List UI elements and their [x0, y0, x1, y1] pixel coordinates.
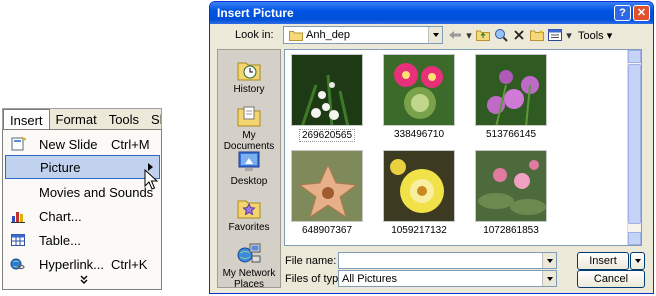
look-in-dropdown-arrow[interactable] [428, 27, 442, 43]
place-desktop[interactable]: Desktop [218, 150, 280, 187]
place-label: Favorites [228, 222, 270, 233]
chart-icon [8, 207, 28, 225]
file-name: 1072861853 [483, 225, 539, 236]
file-name-dropdown-arrow[interactable] [542, 253, 556, 268]
flower-photo-thumbnail [475, 54, 547, 126]
menu-item-shortcut: Ctrl+M [111, 136, 150, 152]
place-my-documents[interactable]: My Documents [218, 104, 280, 152]
place-favorites[interactable]: Favorites [218, 196, 280, 233]
menu-item-label: Chart... [39, 208, 82, 224]
menu-tools[interactable]: Tools [103, 109, 145, 130]
history-icon [236, 58, 262, 82]
hyperlink-icon [8, 255, 28, 273]
back-icon[interactable] [448, 28, 462, 42]
menu-slide-show[interactable]: Sli [145, 109, 161, 130]
insert-button[interactable]: Insert [577, 252, 629, 270]
menu-item-shortcut: Ctrl+K [111, 256, 148, 272]
expand-menu-chevron-icon[interactable] [79, 275, 89, 288]
tools-label: Tools [578, 29, 604, 42]
insert-picture-dialog: Insert Picture ? ✕ Look in: Anh_dep ▾ ▾ [209, 1, 654, 294]
file-type-dropdown-arrow[interactable] [542, 271, 556, 286]
table-icon [8, 231, 28, 249]
place-label: Desktop [230, 176, 268, 187]
place-label: History [233, 84, 265, 95]
delete-icon[interactable] [512, 28, 526, 42]
close-button[interactable]: ✕ [633, 5, 650, 21]
flower-photo-thumbnail [383, 54, 455, 126]
place-label: My Network Places [222, 268, 276, 290]
insert-menu-dropdown: New Slide Ctrl+M Picture Movies and Soun… [2, 129, 162, 290]
favorites-icon [236, 196, 262, 220]
scroll-thumb[interactable] [628, 64, 641, 224]
look-in-value: Anh_dep [306, 29, 351, 41]
new-folder-icon[interactable] [530, 28, 544, 42]
file-type-value: All Pictures [342, 273, 398, 285]
place-label: My Documents [223, 130, 275, 152]
file-name: 648907367 [301, 225, 353, 236]
scroll-down-button[interactable] [628, 232, 641, 245]
menu-item-table[interactable]: Table... [5, 228, 160, 252]
file-name: 269620565 [298, 129, 356, 142]
views-icon[interactable] [548, 28, 562, 42]
menu-item-chart[interactable]: Chart... [5, 204, 160, 228]
file-name: 513766145 [485, 129, 537, 140]
new-slide-icon [8, 135, 28, 153]
file-thumbnail[interactable]: 1059217132 [380, 150, 458, 236]
menu-item-label: New Slide [39, 136, 98, 152]
dialog-title: Insert Picture [217, 6, 294, 20]
menu-item-label: Picture [40, 159, 81, 175]
flower-photo-thumbnail [291, 54, 363, 126]
menu-insert[interactable]: Insert [3, 109, 50, 130]
cancel-button[interactable]: Cancel [577, 270, 645, 288]
folder-icon [289, 30, 303, 44]
help-button[interactable]: ? [614, 5, 631, 21]
my-documents-icon [236, 104, 262, 128]
flower-photo-thumbnail [383, 150, 455, 222]
network-places-icon [236, 242, 262, 266]
look-in-dropdown[interactable]: Anh_dep [283, 26, 443, 44]
menu-item-label: Hyperlink... [39, 256, 105, 272]
up-one-level-icon[interactable] [476, 28, 490, 42]
mouse-cursor-icon [144, 168, 160, 194]
menu-item-picture[interactable]: Picture [5, 155, 160, 179]
look-in-label: Look in: [235, 29, 274, 41]
search-web-icon[interactable] [494, 28, 508, 42]
file-thumbnail[interactable]: 513766145 [472, 54, 550, 140]
file-type-select[interactable]: All Pictures [338, 270, 557, 287]
place-history[interactable]: History [218, 58, 280, 95]
menu-item-label: Table... [39, 232, 81, 248]
insert-options-dropdown[interactable] [630, 252, 645, 270]
file-list-scrollbar[interactable] [627, 50, 641, 245]
file-name: 1059217132 [391, 225, 447, 236]
dialog-toolbar: ▾ ▾ Tools ▾ [448, 26, 612, 44]
places-bar: History My Documents Desktop Favorites M… [217, 49, 281, 290]
flower-photo-thumbnail [475, 150, 547, 222]
scroll-up-button[interactable] [628, 50, 641, 63]
menu-item-new-slide[interactable]: New Slide Ctrl+M [5, 132, 160, 156]
file-thumbnail[interactable]: 338496710 [380, 54, 458, 140]
dialog-title-bar: Insert Picture ? ✕ [210, 2, 653, 24]
tools-menu[interactable]: Tools ▾ [578, 29, 612, 42]
file-thumbnail[interactable]: 269620565 [288, 54, 366, 142]
menu-item-hyperlink[interactable]: Hyperlink... Ctrl+K [5, 252, 160, 276]
file-thumbnail[interactable]: 1072861853 [472, 150, 550, 236]
file-list[interactable]: 269620565 338496710 513766145 648907367 … [284, 49, 642, 246]
file-name-field[interactable] [338, 252, 557, 269]
flower-photo-thumbnail [291, 150, 363, 222]
file-name-label: File name: [285, 255, 337, 267]
menu-bar: Insert Format Tools Sli [2, 108, 162, 130]
back-dropdown-icon[interactable]: ▾ [466, 28, 472, 42]
menu-format[interactable]: Format [50, 109, 103, 130]
menu-item-label: Movies and Sounds [39, 184, 154, 200]
views-dropdown-icon[interactable]: ▾ [566, 28, 572, 42]
menu-item-movies-and-sounds[interactable]: Movies and Sounds [5, 180, 160, 204]
file-thumbnail[interactable]: 648907367 [288, 150, 366, 236]
file-name: 338496710 [393, 129, 445, 140]
desktop-icon [236, 150, 262, 174]
place-my-network-places[interactable]: My Network Places [218, 242, 280, 290]
